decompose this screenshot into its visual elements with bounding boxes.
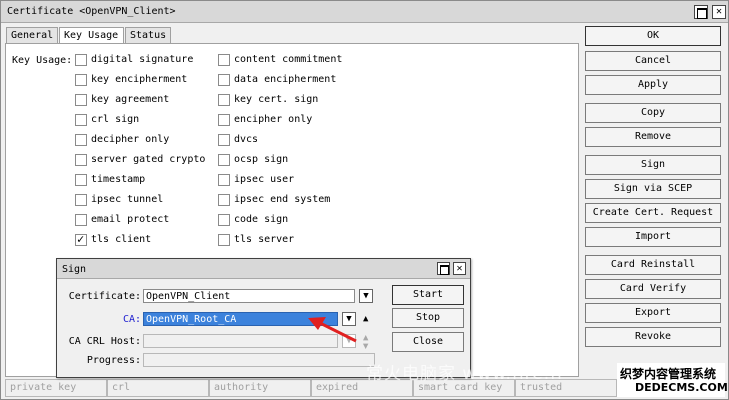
ca-select[interactable]: OpenVPN_Root_CA [143,312,338,326]
checkbox-box[interactable] [75,134,87,146]
ca-dropdown-icon[interactable]: ▼ [342,312,356,326]
close-icon[interactable]: ✕ [712,5,726,19]
checkbox-box[interactable] [75,94,87,106]
checkbox-box-checked[interactable] [75,232,87,246]
checkbox-box[interactable] [218,174,230,186]
checkbox-box[interactable] [218,54,230,66]
checkbox-label: code sign [234,214,289,225]
remove-button[interactable]: Remove [585,127,721,147]
start-button[interactable]: Start [392,285,464,305]
checkbox-label: data encipherment [234,74,337,85]
create-cert-request-button[interactable]: Create Cert. Request [585,203,721,223]
checkbox-label: ipsec tunnel [91,194,164,205]
certificate-dropdown-icon[interactable]: ▼ [359,289,373,303]
checkbox-box[interactable] [75,114,87,126]
checkbox-label: decipher only [91,134,170,145]
checkbox-label: ipsec end system [234,194,331,205]
certificate-label: Certificate: [68,291,141,302]
checkbox-label: key encipherment [91,74,188,85]
checkbox-box[interactable] [218,214,230,226]
checkbox-box[interactable] [218,154,230,166]
checkbox-label: digital signature [91,54,194,65]
apply-button[interactable]: Apply [585,75,721,95]
maximize-icon[interactable] [437,262,450,275]
checkbox-label: tls client [91,234,152,245]
checkbox-label: key agreement [91,94,170,105]
checkbox-label: dvcs [234,134,259,145]
checkbox-label: server gated crypto [91,154,206,165]
checkbox-label: crl sign [91,114,140,125]
checkbox-box[interactable] [75,214,87,226]
checkbox-box[interactable] [75,154,87,166]
stop-button[interactable]: Stop [392,308,464,328]
sign-button[interactable]: Sign [585,155,721,175]
site-watermark: 织梦内容管理系统 DEDECMS.COM [617,363,728,397]
copy-button[interactable]: Copy [585,103,721,123]
window-title: Certificate <OpenVPN_Client> [7,6,176,17]
checkbox-label: content commitment [234,54,343,65]
checkbox-box[interactable] [75,54,87,66]
ca-crl-host-dropdown-icon[interactable]: ▼ [342,334,356,348]
import-button[interactable]: Import [585,227,721,247]
progress-label: Progress: [86,355,141,366]
sign-via-scep-button[interactable]: Sign via SCEP [585,179,721,199]
watermark-domain: DEDECMS.COM [635,381,728,394]
checkbox-box[interactable] [75,74,87,86]
tab-status[interactable]: Status [125,27,171,43]
ca-label: CA: [122,314,141,325]
checkbox-label: email protect [91,214,170,225]
checkbox-label: timestamp [91,174,146,185]
checkbox-box[interactable] [218,114,230,126]
status-authority: authority [209,379,311,397]
checkbox-label: key cert. sign [234,94,319,105]
checkbox-box[interactable] [75,174,87,186]
tab-key-usage[interactable]: Key Usage [59,27,124,44]
checkbox-label: encipher only [234,114,313,125]
checkbox-box[interactable] [75,194,87,206]
sign-dialog-titlebar[interactable]: Sign ✕ [57,259,470,279]
checkbox-label: ocsp sign [234,154,289,165]
sign-dialog-title: Sign [62,264,87,275]
checkbox-box[interactable] [218,134,230,146]
tab-general[interactable]: General [6,27,58,43]
card-verify-button[interactable]: Card Verify [585,279,721,299]
export-button[interactable]: Export [585,303,721,323]
ok-button[interactable]: OK [585,26,721,46]
ca-crl-host-down-icon[interactable]: ▲ [363,341,368,351]
cancel-button[interactable]: Cancel [585,51,721,71]
ca-crl-host-label: CA CRL Host: [68,336,141,347]
checkbox-box[interactable] [218,94,230,106]
window-titlebar[interactable]: Certificate <OpenVPN_Client> ✕ [1,1,728,23]
close-button[interactable]: Close [392,332,464,352]
card-reinstall-button[interactable]: Card Reinstall [585,255,721,275]
checkbox-box[interactable] [218,234,230,246]
status-crl: crl [107,379,209,397]
ghost-watermark: 常火电脑家 www.fire.fl [366,364,563,384]
certificate-select[interactable]: OpenVPN_Client [143,289,355,303]
progress-bar [143,353,375,367]
checkbox-label: tls server [234,234,295,245]
close-icon[interactable]: ✕ [453,262,466,275]
key-usage-label: Key Usage: [12,55,73,66]
checkbox-box[interactable] [218,194,230,206]
maximize-icon[interactable] [694,5,708,19]
ca-crl-host-select[interactable] [143,334,338,348]
checkbox-label: ipsec user [234,174,295,185]
revoke-button[interactable]: Revoke [585,327,721,347]
checkbox-box[interactable] [218,74,230,86]
ca-remove-up-icon[interactable]: ▲ [363,315,368,324]
watermark-title: 织梦内容管理系统 [620,367,717,381]
status-private-key: private key [5,379,107,397]
